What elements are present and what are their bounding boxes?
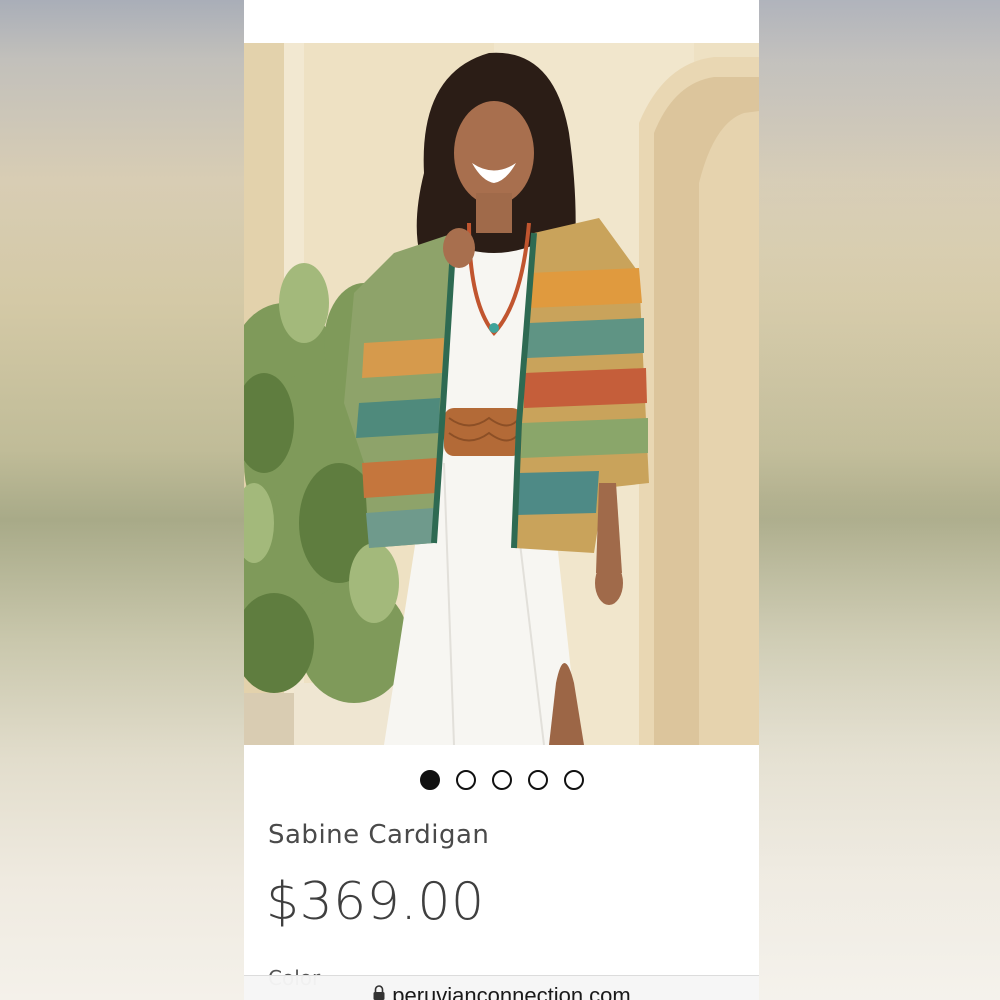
blurred-backdrop-left xyxy=(0,0,244,1000)
carousel-dot-5[interactable] xyxy=(563,770,584,790)
url-text: peruvianconnection.com xyxy=(392,983,631,1000)
carousel-pagination xyxy=(244,767,759,795)
carousel-dot-3[interactable] xyxy=(491,770,512,790)
product-price: $369.00 xyxy=(266,872,485,932)
carousel-dot-1[interactable] xyxy=(419,770,440,790)
blurred-backdrop-right xyxy=(759,0,1000,1000)
browser-url-bar[interactable]: peruvianconnection.com xyxy=(244,975,759,1000)
product-image[interactable] xyxy=(244,43,759,745)
mobile-screen: Sabine Cardigan $369.00 Color peruvianco… xyxy=(244,0,759,1000)
lock-icon xyxy=(372,985,386,1000)
carousel-dot-2[interactable] xyxy=(455,770,476,790)
carousel-dot-4[interactable] xyxy=(527,770,548,790)
product-title: Sabine Cardigan xyxy=(268,820,490,850)
